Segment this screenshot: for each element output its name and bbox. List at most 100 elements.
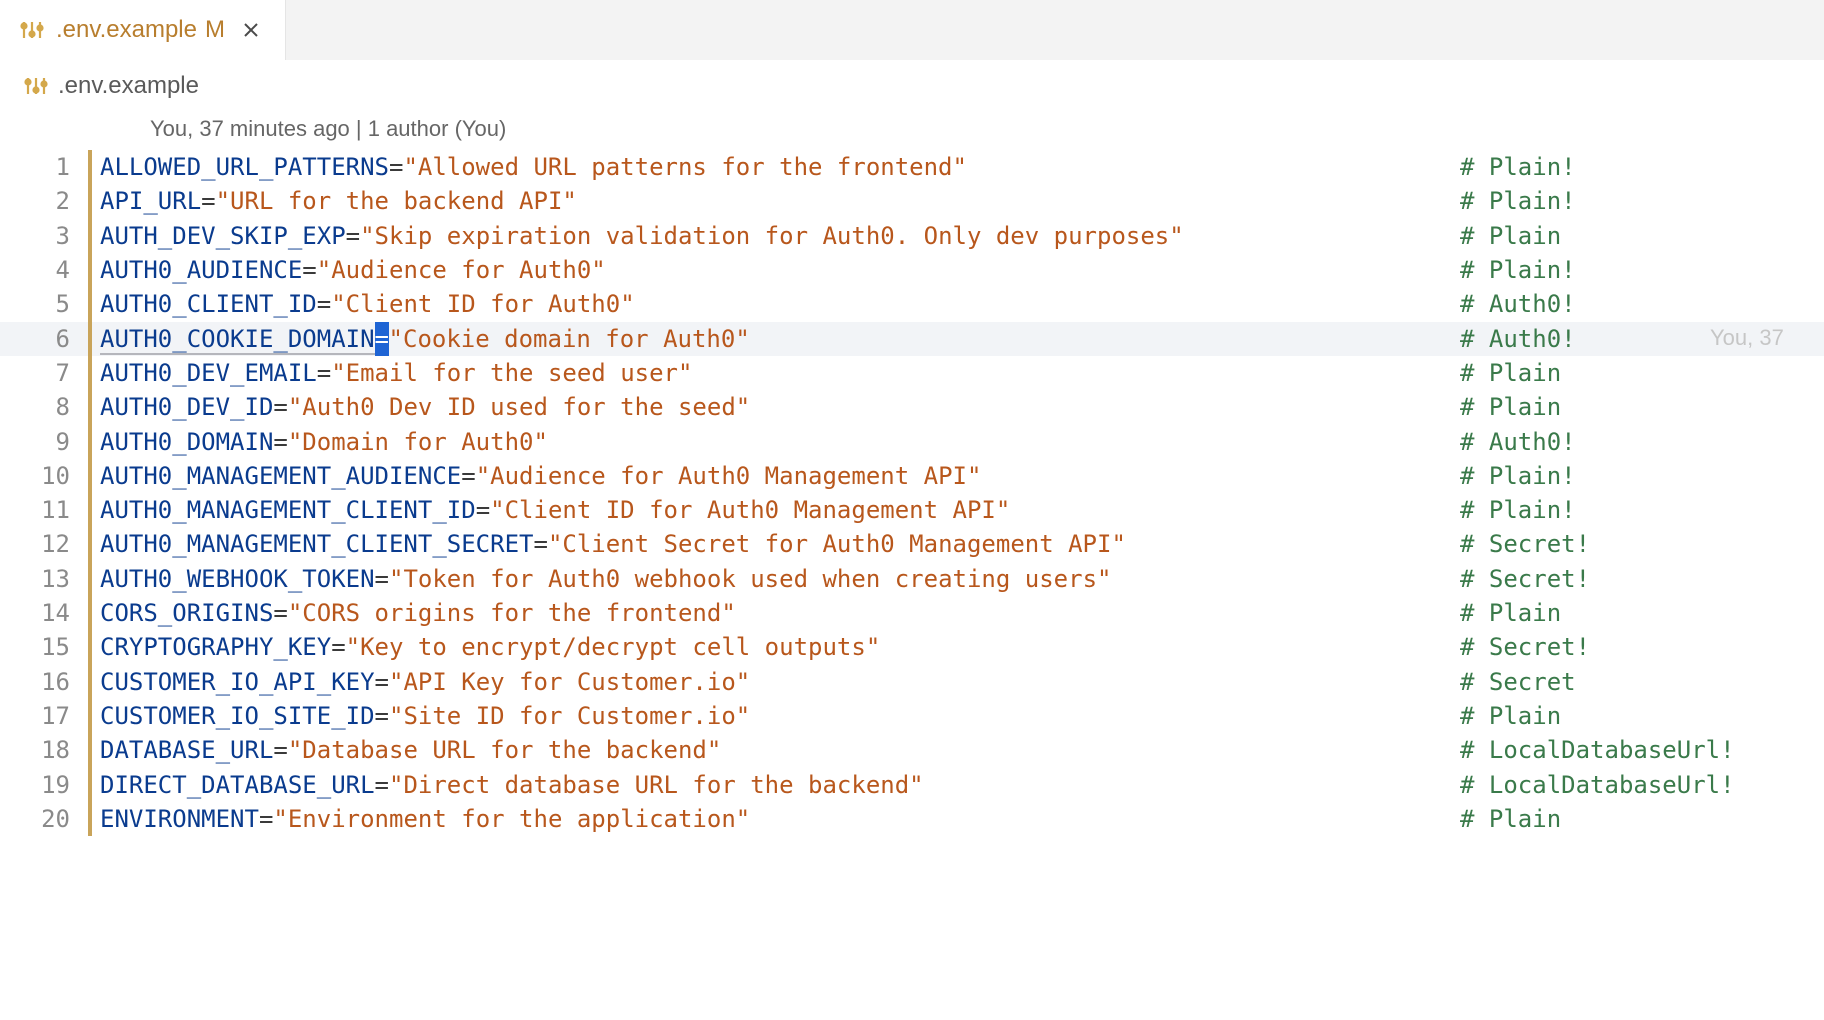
equals-sign: = [259,805,273,833]
env-value: "Audience for Auth0 Management API" [476,462,982,490]
env-value: "Environment for the application" [273,805,750,833]
code-line[interactable]: 19DIRECT_DATABASE_URL="Direct database U… [0,768,1824,802]
line-number[interactable]: 1 [0,150,100,184]
line-number[interactable]: 7 [0,356,100,390]
close-icon[interactable] [237,16,265,44]
equals-sign: = [476,496,490,524]
line-number[interactable]: 5 [0,287,100,321]
code-content[interactable]: DATABASE_URL="Database URL for the backe… [100,733,721,767]
line-number[interactable]: 12 [0,527,100,561]
code-line[interactable]: 5AUTH0_CLIENT_ID="Client ID for Auth0" # … [0,287,1824,321]
env-key: ALLOWED_URL_PATTERNS [100,153,389,181]
code-content[interactable]: AUTH0_DEV_EMAIL="Email for the seed user… [100,356,692,390]
env-value: "Client Secret for Auth0 Management API" [548,530,1126,558]
code-content[interactable]: AUTH0_MANAGEMENT_CLIENT_ID="Client ID fo… [100,493,1010,527]
code-content[interactable]: AUTH0_CLIENT_ID="Client ID for Auth0" [100,287,635,321]
code-line[interactable]: 15CRYPTOGRAPHY_KEY="Key to encrypt/decry… [0,630,1824,664]
code-line[interactable]: 18DATABASE_URL="Database URL for the bac… [0,733,1824,767]
env-comment: # Plain! [1460,459,1576,493]
line-number[interactable]: 16 [0,665,100,699]
equals-sign: = [302,256,316,284]
code-content[interactable]: ALLOWED_URL_PATTERNS="Allowed URL patter… [100,150,967,184]
settings-icon [24,74,48,98]
env-comment: # Plain [1460,356,1561,390]
code-line[interactable]: 10AUTH0_MANAGEMENT_AUDIENCE="Audience fo… [0,459,1824,493]
code-line[interactable]: 1ALLOWED_URL_PATTERNS="Allowed URL patte… [0,150,1824,184]
line-number[interactable]: 10 [0,459,100,493]
line-number[interactable]: 8 [0,390,100,424]
code-content[interactable]: AUTH0_AUDIENCE="Audience for Auth0" [100,253,606,287]
env-comment: # Auth0! [1460,287,1576,321]
equals-sign: = [273,393,287,421]
line-number[interactable]: 14 [0,596,100,630]
code-content[interactable]: DIRECT_DATABASE_URL="Direct database URL… [100,768,924,802]
code-line[interactable]: 2API_URL="URL for the backend API"# Plai… [0,184,1824,218]
line-number[interactable]: 6 [0,322,100,356]
git-blame-header[interactable]: You, 37 minutes ago | 1 author (You) [0,112,1824,150]
tab-env-example[interactable]: .env.example M [0,0,286,60]
code-line[interactable]: 13AUTH0_WEBHOOK_TOKEN="Token for Auth0 w… [0,562,1824,596]
line-number[interactable]: 13 [0,562,100,596]
code-line[interactable]: 16CUSTOMER_IO_API_KEY="API Key for Custo… [0,665,1824,699]
line-number[interactable]: 9 [0,425,100,459]
code-line[interactable]: 6AUTH0_COOKIE_DOMAIN="Cookie domain for … [0,322,1824,356]
code-line[interactable]: 20ENVIRONMENT="Environment for the appli… [0,802,1824,836]
code-content[interactable]: CRYPTOGRAPHY_KEY="Key to encrypt/decrypt… [100,630,880,664]
code-content[interactable]: CUSTOMER_IO_API_KEY="API Key for Custome… [100,665,750,699]
line-number[interactable]: 15 [0,630,100,664]
code-line[interactable]: 3AUTH_DEV_SKIP_EXP="Skip expiration vali… [0,219,1824,253]
code-content[interactable]: AUTH0_DOMAIN="Domain for Auth0" [100,425,548,459]
equals-sign: = [317,359,331,387]
line-number[interactable]: 19 [0,768,100,802]
line-number[interactable]: 18 [0,733,100,767]
code-line[interactable]: 7AUTH0_DEV_EMAIL="Email for the seed use… [0,356,1824,390]
equals-sign: = [273,428,287,456]
code-content[interactable]: ENVIRONMENT="Environment for the applica… [100,802,750,836]
equals-sign: = [375,668,389,696]
code-content[interactable]: AUTH0_DEV_ID="Auth0 Dev ID used for the … [100,390,750,424]
equals-sign: = [389,153,403,181]
line-number[interactable]: 4 [0,253,100,287]
code-content[interactable]: AUTH0_COOKIE_DOMAIN="Cookie domain for A… [100,322,750,356]
code-line[interactable]: 11AUTH0_MANAGEMENT_CLIENT_ID="Client ID … [0,493,1824,527]
env-comment: # Auth0! [1460,322,1576,356]
code-editor[interactable]: 1ALLOWED_URL_PATTERNS="Allowed URL patte… [0,150,1824,836]
code-line[interactable]: 17CUSTOMER_IO_SITE_ID="Site ID for Custo… [0,699,1824,733]
code-content[interactable]: AUTH_DEV_SKIP_EXP="Skip expiration valid… [100,219,1184,253]
inline-git-blame[interactable]: You, 37 [1710,322,1784,353]
env-value: "Cookie domain for Auth0" [389,325,750,353]
line-number[interactable]: 3 [0,219,100,253]
code-line[interactable]: 8AUTH0_DEV_ID="Auth0 Dev ID used for the… [0,390,1824,424]
breadcrumb[interactable]: .env.example [0,60,1824,112]
line-number[interactable]: 2 [0,184,100,218]
code-line[interactable]: 14CORS_ORIGINS="CORS origins for the fro… [0,596,1824,630]
code-content[interactable]: AUTH0_WEBHOOK_TOKEN="Token for Auth0 web… [100,562,1111,596]
env-key: DIRECT_DATABASE_URL [100,771,375,799]
code-line[interactable]: 12AUTH0_MANAGEMENT_CLIENT_SECRET="Client… [0,527,1824,561]
settings-icon [20,18,44,42]
env-key: AUTH0_CLIENT_ID [100,290,317,318]
code-content[interactable]: AUTH0_MANAGEMENT_CLIENT_SECRET="Client S… [100,527,1126,561]
env-value: "API Key for Customer.io" [389,668,750,696]
env-value: "Domain for Auth0" [288,428,548,456]
equals-sign: = [201,187,215,215]
equals-sign: = [346,222,360,250]
code-content[interactable]: CORS_ORIGINS="CORS origins for the front… [100,596,736,630]
tab-filename: .env.example [56,16,197,44]
tab-bar: .env.example M [0,0,1824,60]
code-line[interactable]: 4AUTH0_AUDIENCE="Audience for Auth0"# Pl… [0,253,1824,287]
code-content[interactable]: API_URL="URL for the backend API" [100,184,577,218]
env-value: "Direct database URL for the backend" [389,771,924,799]
code-line[interactable]: 9AUTH0_DOMAIN="Domain for Auth0"# Auth0! [0,425,1824,459]
env-value: "Email for the seed user" [331,359,692,387]
line-number[interactable]: 11 [0,493,100,527]
env-value: "Audience for Auth0" [317,256,606,284]
line-number[interactable]: 20 [0,802,100,836]
code-content[interactable]: CUSTOMER_IO_SITE_ID="Site ID for Custome… [100,699,750,733]
env-comment: # Plain [1460,596,1561,630]
env-value: "Token for Auth0 webhook used when creat… [389,565,1111,593]
line-number[interactable]: 17 [0,699,100,733]
env-key: DATABASE_URL [100,736,273,764]
env-comment: # Plain [1460,802,1561,836]
code-content[interactable]: AUTH0_MANAGEMENT_AUDIENCE="Audience for … [100,459,981,493]
